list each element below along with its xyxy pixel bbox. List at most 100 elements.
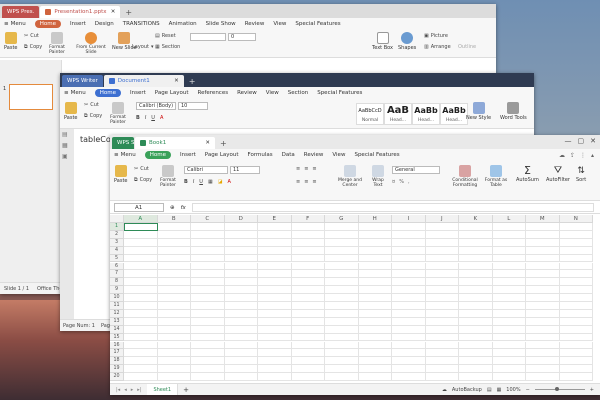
row-header-9[interactable]: 9 — [110, 286, 124, 295]
writer-format-painter-button[interactable]: Format Painter — [106, 102, 130, 125]
align-left-icon[interactable]: ≡ — [296, 179, 300, 185]
underline-icon[interactable]: U — [199, 179, 203, 185]
style-heading-1[interactable]: AaB Head... — [384, 103, 412, 125]
writer-tab-review[interactable]: Review — [237, 90, 257, 96]
select-all-corner[interactable] — [110, 215, 124, 223]
cell-c10[interactable] — [191, 294, 225, 302]
column-header-g[interactable]: G — [325, 215, 359, 223]
cell-e14[interactable] — [258, 325, 292, 334]
cell-g17[interactable] — [325, 349, 359, 358]
close-window-icon[interactable]: ✕ — [590, 137, 596, 145]
cell-a19[interactable] — [124, 365, 158, 374]
slide-thumbnail[interactable] — [9, 84, 53, 110]
cell-g14[interactable] — [325, 325, 359, 334]
row-header-6[interactable]: 6 — [110, 262, 124, 271]
cell-f5[interactable] — [291, 254, 325, 263]
outline-icon[interactable]: ▦ — [62, 142, 72, 149]
cell-i1[interactable] — [392, 223, 426, 231]
writer-cut-button[interactable]: ✂ Cut — [84, 102, 99, 108]
cell-m20[interactable] — [526, 373, 560, 381]
spreadsheet-format-painter-button[interactable]: Format Painter — [156, 165, 180, 188]
ppt-tab-insert[interactable]: Insert — [70, 21, 86, 27]
cell-d2[interactable] — [224, 230, 258, 239]
fill-color-icon[interactable]: ◪ — [218, 179, 223, 185]
ppt-document-tab[interactable]: Presentation1.pptx ✕ — [40, 6, 121, 18]
autobackup-icon[interactable]: ☁ — [442, 387, 447, 393]
cell-a16[interactable] — [124, 341, 158, 350]
cell-a9[interactable] — [124, 286, 158, 295]
cell-k6[interactable] — [459, 262, 493, 271]
cell-m5[interactable] — [526, 254, 560, 263]
column-header-c[interactable]: C — [191, 215, 225, 223]
cell-b2[interactable] — [157, 230, 191, 239]
cell-n13[interactable] — [559, 317, 593, 326]
cell-k8[interactable] — [459, 278, 493, 287]
cell-c1[interactable] — [191, 223, 225, 231]
spreadsheet-font-size-dropdown[interactable]: 11 — [230, 166, 260, 174]
more-icon[interactable]: ⋮ — [580, 152, 586, 159]
cell-i16[interactable] — [392, 341, 426, 350]
spreadsheet-font-name-dropdown[interactable]: Calibri — [184, 166, 228, 174]
cell-g12[interactable] — [325, 309, 359, 318]
cell-k4[interactable] — [459, 246, 493, 255]
cell-n12[interactable] — [559, 309, 593, 318]
cell-b12[interactable] — [157, 309, 191, 318]
cell-n18[interactable] — [559, 357, 593, 366]
ppt-from-current-button[interactable]: From Current Slide — [74, 32, 108, 55]
cell-b16[interactable] — [157, 341, 191, 350]
row-header-18[interactable]: 18 — [110, 357, 124, 366]
cell-d5[interactable] — [224, 254, 258, 263]
cell-g6[interactable] — [325, 262, 359, 271]
cell-c16[interactable] — [191, 341, 225, 350]
cell-c6[interactable] — [191, 262, 225, 271]
conditional-formatting-button[interactable]: Conditional Formatting — [450, 165, 480, 188]
spreadsheet-tab-formulas[interactable]: Formulas — [248, 152, 273, 158]
writer-tab-page-layout[interactable]: Page Layout — [155, 90, 189, 96]
ppt-paste-button[interactable]: Paste — [4, 32, 18, 51]
writer-tab-section[interactable]: Section — [288, 90, 308, 96]
minimize-icon[interactable]: — — [565, 137, 572, 145]
cell-e6[interactable] — [258, 262, 292, 271]
cell-a17[interactable] — [124, 349, 158, 358]
cell-l9[interactable] — [492, 286, 526, 295]
cell-h19[interactable] — [358, 365, 392, 374]
cell-m7[interactable] — [526, 270, 560, 279]
cell-b20[interactable] — [157, 373, 191, 381]
zoom-out-icon[interactable]: − — [526, 387, 530, 393]
cell-d10[interactable] — [224, 294, 258, 302]
cell-n2[interactable] — [559, 230, 593, 239]
cell-h4[interactable] — [358, 246, 392, 255]
cell-g3[interactable] — [325, 238, 359, 247]
cell-k18[interactable] — [459, 357, 493, 366]
writer-paste-button[interactable]: Paste — [64, 102, 78, 121]
cell-f19[interactable] — [291, 365, 325, 374]
cell-l3[interactable] — [492, 238, 526, 247]
cell-i14[interactable] — [392, 325, 426, 334]
sheet-tab-sheet1[interactable]: Sheet1 — [147, 383, 179, 395]
cell-f6[interactable] — [291, 262, 325, 271]
cell-i4[interactable] — [392, 246, 426, 255]
spreadsheet-paste-button[interactable]: Paste — [114, 165, 128, 184]
sort-button[interactable]: ⇅ Sort — [576, 165, 586, 183]
cell-f7[interactable] — [291, 270, 325, 279]
fx-button[interactable]: fx — [181, 205, 186, 211]
cell-m16[interactable] — [526, 341, 560, 350]
borders-icon[interactable]: ▦ — [208, 179, 213, 185]
cell-d20[interactable] — [224, 373, 258, 381]
cell-m18[interactable] — [526, 357, 560, 366]
cell-c5[interactable] — [191, 254, 225, 263]
cell-h7[interactable] — [358, 270, 392, 279]
ppt-copy-button[interactable]: ⧉ Copy — [24, 44, 42, 50]
cell-b15[interactable] — [157, 333, 191, 342]
cell-h20[interactable] — [358, 373, 392, 381]
cell-k1[interactable] — [459, 223, 493, 231]
cell-j15[interactable] — [425, 333, 459, 342]
ppt-tab-view[interactable]: View — [273, 21, 286, 27]
cell-a3[interactable] — [124, 238, 158, 247]
cell-m14[interactable] — [526, 325, 560, 334]
ppt-font-name-dropdown[interactable] — [190, 33, 226, 41]
spreadsheet-cut-button[interactable]: ✂ Cut — [134, 166, 149, 172]
row-header-8[interactable]: 8 — [110, 278, 124, 287]
column-header-n[interactable]: N — [559, 215, 593, 223]
cell-f3[interactable] — [291, 238, 325, 247]
